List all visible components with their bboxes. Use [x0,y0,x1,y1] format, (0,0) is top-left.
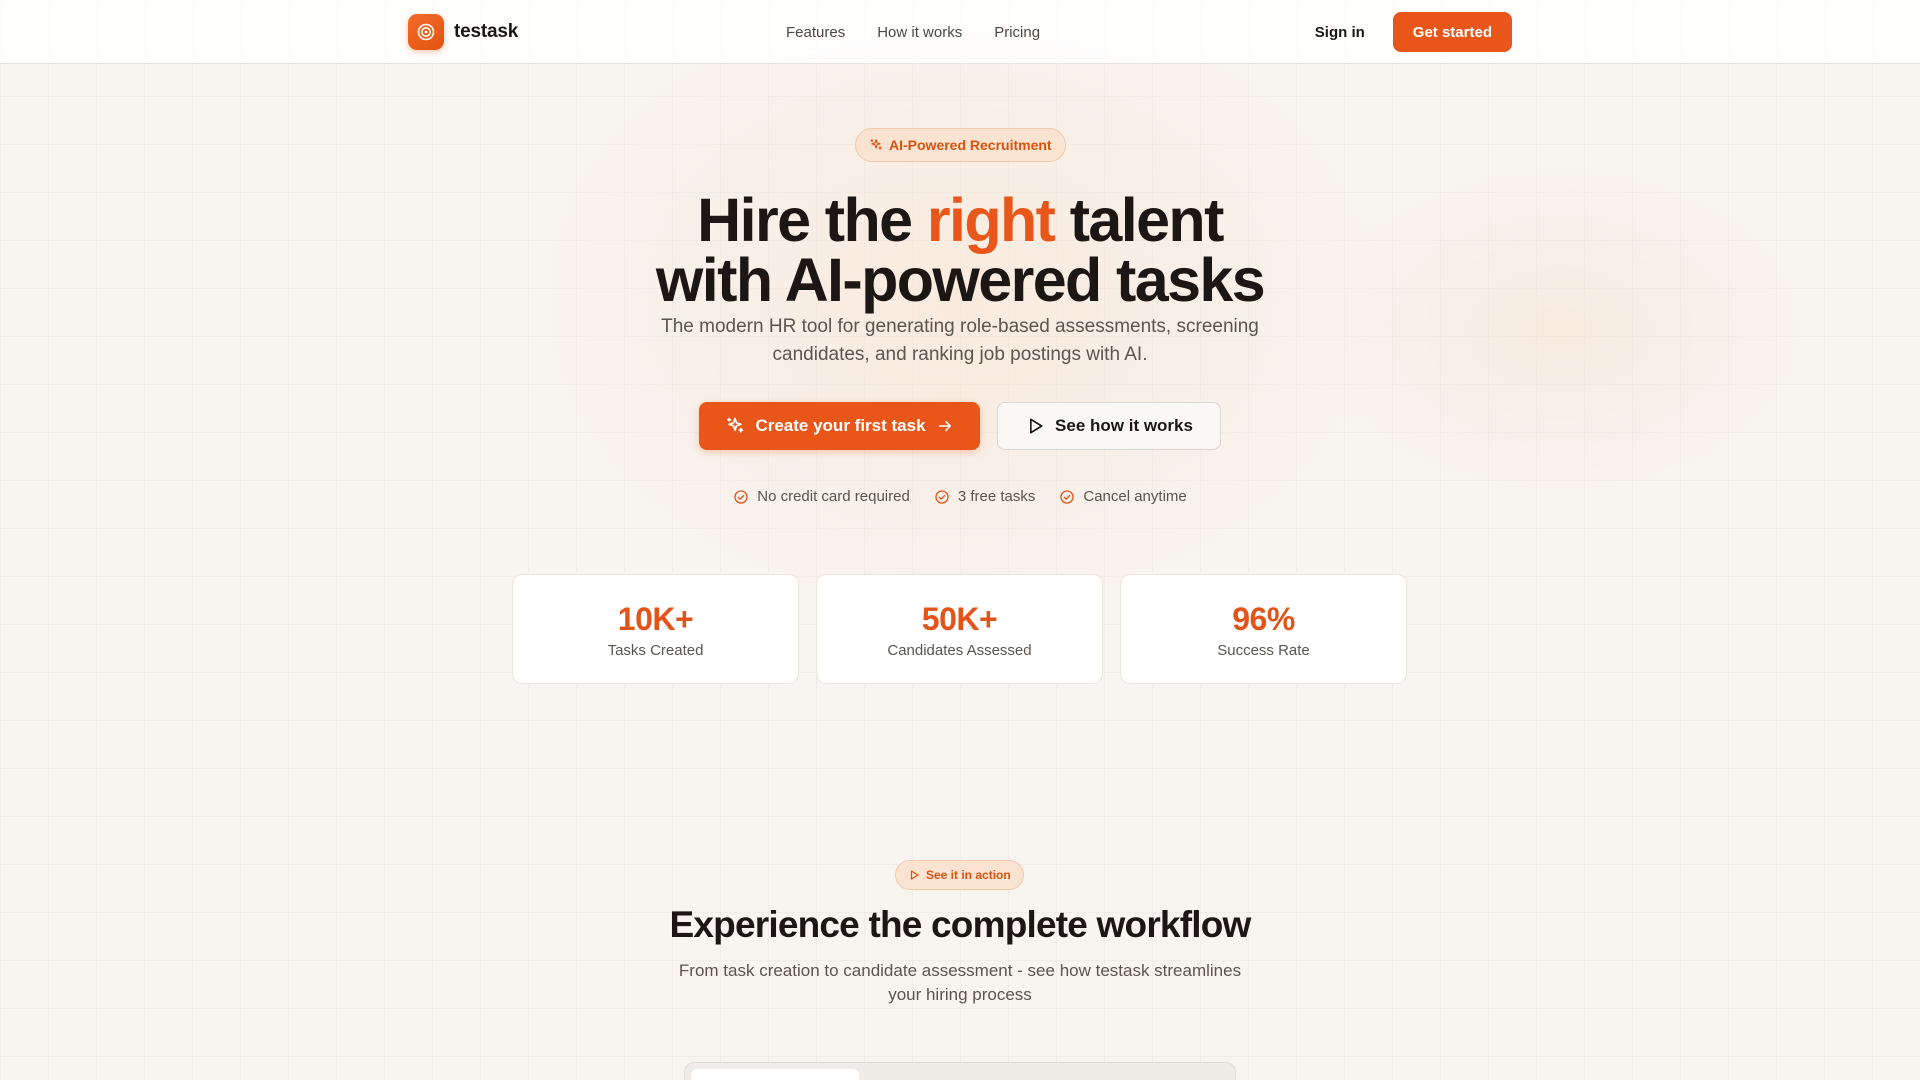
stats-row: 10K+ Tasks Created 50K+ Candidates Asses… [512,574,1407,684]
benefit-label: Cancel anytime [1083,488,1187,505]
stat-card: 10K+ Tasks Created [512,574,799,684]
nav-actions: Sign in Get started [1315,12,1512,52]
nav-container: testask Features How it works Pricing Si… [408,0,1512,64]
see-in-action-badge: See it in action [895,860,1024,890]
stat-value: 50K+ [921,600,998,637]
play-icon [910,870,919,880]
demo-preview-frame [684,1062,1236,1080]
benefit-label: 3 free tasks [957,488,1036,505]
sparkle-icon [870,139,882,150]
create-first-task-label: Create your first task [755,416,926,435]
stat-label: Candidates Assessed [887,641,1032,659]
target-logo-icon [408,14,444,50]
top-nav: testask Features How it works Pricing Si… [0,0,1920,64]
workflow-title: Experience the complete workflow [669,904,1252,945]
see-how-it-works-button[interactable]: See how it works [997,402,1221,450]
hero-title-line2: with AI-powered tasks [655,246,1266,314]
hero-title-accent: right [926,186,1056,254]
benefits-list: No credit card required 3 free tasks Can… [0,488,1920,505]
benefit-item: 3 free tasks [934,488,1036,505]
sparkle-icon [727,417,744,433]
stat-label: Success Rate [1217,641,1310,659]
hero-title-part1: Hire the [697,186,927,254]
stat-value: 10K+ [617,600,694,637]
hero-badge-label: AI-Powered Recruitment [889,137,1052,153]
get-started-button[interactable]: Get started [1392,12,1512,52]
check-circle-icon [1060,489,1075,504]
benefit-label: No credit card required [757,488,910,505]
check-circle-icon [935,489,949,504]
nav-link-pricing[interactable]: Pricing [994,24,1040,41]
arrow-right-icon [938,420,951,432]
stat-card: 50K+ Candidates Assessed [816,574,1103,684]
nav-links: Features How it works Pricing [786,0,1040,64]
brand[interactable]: testask [408,14,518,50]
see-in-action-label: See it in action [926,868,1011,882]
check-circle-icon [734,489,748,504]
demo-tab[interactable] [691,1069,859,1080]
sign-in-link[interactable]: Sign in [1315,24,1365,41]
create-first-task-button[interactable]: Create your first task [699,402,980,450]
cta-row: Create your first task See how it works [699,402,1221,450]
hero-subtitle: The modern HR tool for generating role-b… [661,316,1259,365]
nav-link-features[interactable]: Features [786,24,845,41]
see-how-it-works-label: See how it works [1055,416,1193,435]
play-icon [1030,418,1043,434]
stat-label: Tasks Created [607,641,704,659]
stat-value: 96% [1232,600,1295,637]
hero-title-part2: talent [1054,186,1225,254]
benefit-item: Cancel anytime [1059,488,1187,505]
brand-name: testask [454,21,519,42]
hero-badge: AI-Powered Recruitment [855,128,1066,162]
benefit-item: No credit card required [733,488,910,505]
stat-card: 96% Success Rate [1120,574,1407,684]
workflow-subtitle: From task creation to candidate assessme… [678,961,1242,1004]
nav-link-how-it-works[interactable]: How it works [877,24,962,41]
hero-title: Hire the right talent with AI-powered ta… [0,190,1920,311]
